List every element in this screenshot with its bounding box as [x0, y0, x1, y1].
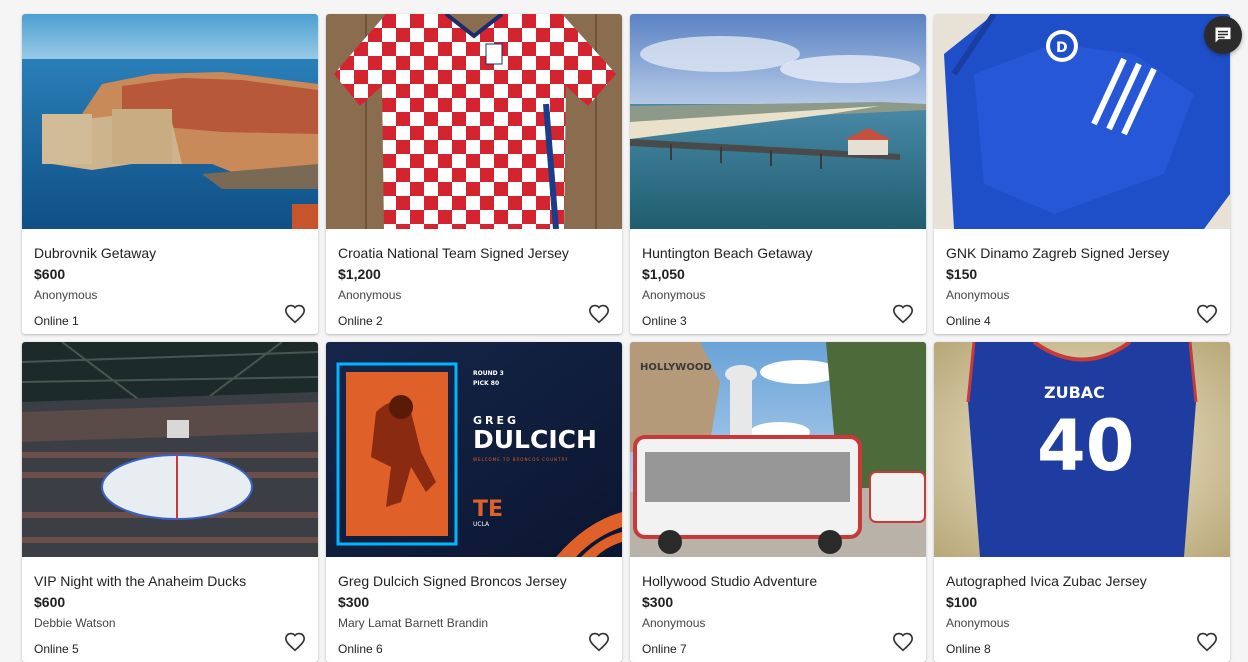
chat-icon [1215, 27, 1231, 43]
item-donor: Anonymous [642, 288, 706, 302]
heart-outline-icon[interactable] [1196, 303, 1218, 325]
item-price: $100 [946, 594, 978, 610]
heart-outline-icon[interactable] [892, 631, 914, 653]
item-image[interactable]: ZUBAC 40 [934, 342, 1230, 557]
graphic-pick-text: PICK 80 [473, 380, 499, 387]
item-title[interactable]: Hollywood Studio Adventure [642, 573, 817, 589]
item-price: $600 [34, 266, 66, 282]
item-price: $1,050 [642, 266, 685, 282]
heart-outline-icon[interactable] [892, 303, 914, 325]
item-price: $600 [34, 594, 66, 610]
item-donor: Anonymous [946, 288, 1010, 302]
item-title[interactable]: Autographed Ivica Zubac Jersey [946, 573, 1147, 589]
item-title[interactable]: Greg Dulcich Signed Broncos Jersey [338, 573, 567, 589]
heart-outline-icon[interactable] [1196, 631, 1218, 653]
heart-outline-icon[interactable] [588, 303, 610, 325]
item-info: GNK Dinamo Zagreb Signed Jersey $150 Ano… [934, 229, 1230, 334]
item-lot-number: Online 6 [338, 642, 383, 656]
item-lot-number: Online 7 [642, 642, 687, 656]
svg-text:D: D [1056, 40, 1068, 56]
graphic-position: TE [473, 497, 503, 522]
item-image[interactable] [22, 342, 318, 557]
item-card[interactable]: Huntington Beach Getaway $1,050 Anonymou… [630, 14, 926, 334]
chat-button[interactable] [1204, 16, 1242, 54]
item-info: Autographed Ivica Zubac Jersey $100 Anon… [934, 557, 1230, 662]
item-title[interactable]: GNK Dinamo Zagreb Signed Jersey [946, 245, 1169, 261]
item-title[interactable]: Croatia National Team Signed Jersey [338, 245, 569, 261]
item-info: Croatia National Team Signed Jersey $1,2… [326, 229, 622, 334]
item-donor: Anonymous [34, 288, 98, 302]
item-title[interactable]: VIP Night with the Anaheim Ducks [34, 573, 246, 589]
auction-item-grid: Dubrovnik Getaway $600 Anonymous Online … [22, 14, 1230, 662]
graphic-tagline: WELCOME TO BRONCOS COUNTRY [473, 457, 568, 462]
item-info: Greg Dulcich Signed Broncos Jersey $300 … [326, 557, 622, 662]
item-card[interactable]: HOLLYWOOD Hollywood Studio Adventure $30… [630, 342, 926, 662]
item-lot-number: Online 1 [34, 314, 79, 328]
item-info: Dubrovnik Getaway $600 Anonymous Online … [22, 229, 318, 334]
item-lot-number: Online 8 [946, 642, 991, 656]
item-image[interactable] [22, 14, 318, 229]
heart-outline-icon[interactable] [284, 303, 306, 325]
heart-outline-icon[interactable] [284, 631, 306, 653]
item-lot-number: Online 2 [338, 314, 383, 328]
jersey-number-text: 40 [1037, 405, 1134, 487]
item-info: Hollywood Studio Adventure $300 Anonymou… [630, 557, 926, 662]
item-info: VIP Night with the Anaheim Ducks $600 De… [22, 557, 318, 662]
graphic-round-text: ROUND 3 [473, 370, 504, 377]
graphic-school: UCLA [473, 521, 490, 528]
item-image[interactable] [630, 14, 926, 229]
item-card[interactable]: VIP Night with the Anaheim Ducks $600 De… [22, 342, 318, 662]
item-price: $300 [338, 594, 370, 610]
item-title[interactable]: Dubrovnik Getaway [34, 245, 156, 261]
graphic-last-name: DULCICH [473, 425, 597, 454]
item-image[interactable]: ROUND 3 PICK 80 GREG DULCICH WELCOME TO … [326, 342, 622, 557]
item-donor: Anonymous [642, 616, 706, 630]
item-donor: Anonymous [946, 616, 1010, 630]
item-image[interactable] [326, 14, 622, 229]
item-title[interactable]: Huntington Beach Getaway [642, 245, 812, 261]
item-lot-number: Online 4 [946, 314, 991, 328]
item-card[interactable]: Dubrovnik Getaway $600 Anonymous Online … [22, 14, 318, 334]
item-card[interactable]: ROUND 3 PICK 80 GREG DULCICH WELCOME TO … [326, 342, 622, 662]
item-lot-number: Online 5 [34, 642, 79, 656]
item-donor: Debbie Watson [34, 616, 116, 630]
item-image[interactable]: HOLLYWOOD [630, 342, 926, 557]
item-card[interactable]: D GNK Dinamo Zagreb Signed Jersey $150 A… [934, 14, 1230, 334]
item-info: Huntington Beach Getaway $1,050 Anonymou… [630, 229, 926, 334]
item-donor: Mary Lamat Barnett Brandin [338, 616, 489, 630]
item-lot-number: Online 3 [642, 314, 687, 328]
item-price: $300 [642, 594, 674, 610]
item-price: $150 [946, 266, 978, 282]
item-price: $1,200 [338, 266, 381, 282]
studio-sign-text: HOLLYWOOD [640, 362, 712, 373]
item-donor: Anonymous [338, 288, 402, 302]
jersey-name-text: ZUBAC [1044, 383, 1105, 402]
item-card[interactable]: Croatia National Team Signed Jersey $1,2… [326, 14, 622, 334]
item-card[interactable]: ZUBAC 40 Autographed Ivica Zubac Jersey … [934, 342, 1230, 662]
heart-outline-icon[interactable] [588, 631, 610, 653]
item-image[interactable]: D [934, 14, 1230, 229]
